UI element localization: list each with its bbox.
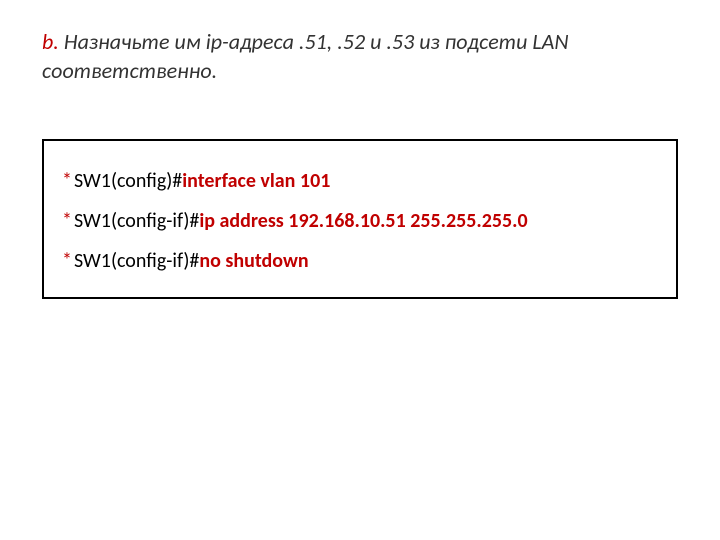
code-line: *SW1(config-if)#no shutdown <box>62 249 658 273</box>
code-box: *SW1(config)#interface vlan 101 *SW1(con… <box>42 139 678 299</box>
task-text: Назначьте им ip-адреса .51, .52 и .53 из… <box>42 28 569 84</box>
bullet-star: * <box>62 169 72 193</box>
code-line: *SW1(config)#interface vlan 101 <box>62 169 658 193</box>
task-label: b. <box>42 28 59 55</box>
code-line: *SW1(config-if)#ip address 192.168.10.51… <box>62 209 658 233</box>
task-heading: b. Назначьте им ip-адреса .51, .52 и .53… <box>42 28 678 85</box>
cli-prompt: SW1(config-if)# <box>74 209 199 233</box>
cli-command: ip address 192.168.10.51 255.255.255.0 <box>199 209 527 233</box>
bullet-star: * <box>62 249 72 273</box>
bullet-star: * <box>62 209 72 233</box>
cli-prompt: SW1(config)# <box>74 169 182 193</box>
cli-command: no shutdown <box>199 249 308 273</box>
cli-command: interface vlan 101 <box>182 169 330 193</box>
cli-prompt: SW1(config-if)# <box>74 249 199 273</box>
